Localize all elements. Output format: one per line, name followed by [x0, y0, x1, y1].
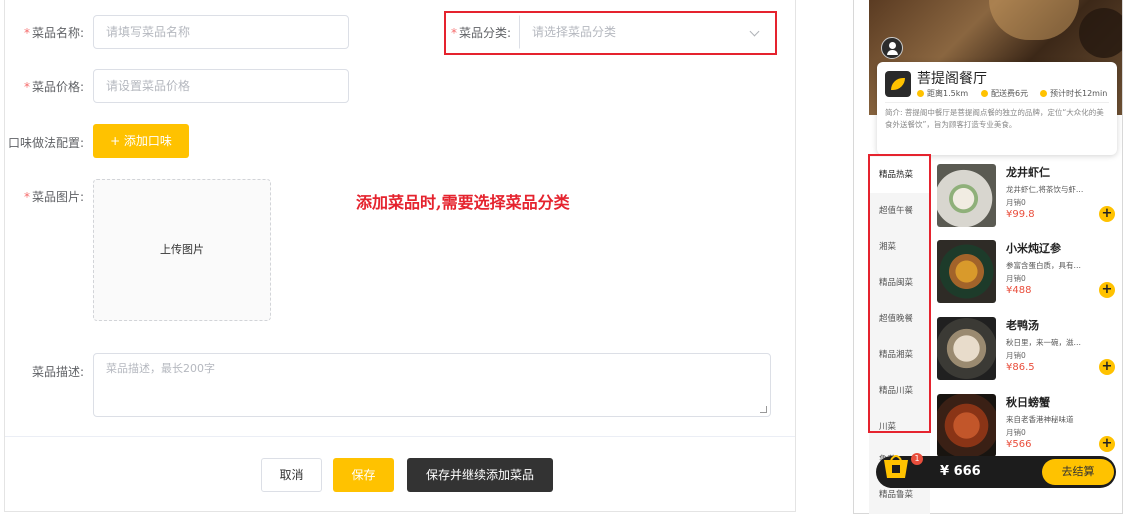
checkout-button[interactable]: 去结算 [1042, 459, 1114, 485]
image-upload-area[interactable]: 上传图片 [93, 179, 271, 321]
dish-price-input[interactable]: 请设置菜品价格 [93, 69, 349, 103]
dish-price-label: * 菜品价格: [23, 80, 84, 94]
dish-name-label: * 菜品名称: [23, 26, 84, 40]
dish-image [937, 240, 996, 303]
dish-price: ¥566 [1006, 439, 1032, 450]
shop-logo [885, 71, 911, 97]
delivery-fee-info: 配送费6元 [981, 88, 1028, 99]
dish-price: ¥99.8 [1006, 209, 1035, 220]
shop-name: 菩提阁餐厅 [917, 71, 987, 87]
dish-image [937, 394, 996, 457]
add-to-cart-button[interactable]: + [1099, 359, 1115, 375]
cart-icon[interactable] [879, 450, 913, 482]
dish-desc-label: 菜品描述: [31, 365, 84, 379]
shop-info-card: 菩提阁餐厅 距离1.5km 配送费6元 预计时长12min 简介: 菩提阁中餐厅… [877, 62, 1117, 155]
dish-sales: 月销0 [1006, 428, 1026, 437]
footer-divider [5, 436, 795, 437]
distance-info: 距离1.5km [917, 88, 968, 99]
dish-price: ¥86.5 [1006, 362, 1035, 373]
add-dish-form: * 菜品名称: 请填写菜品名称 * 菜品分类: 请选择菜品分类 * 菜品价格: 请设置… [0, 0, 798, 514]
dish-item[interactable]: 老鸭汤 秋日里，来一碗，滋阴润... 月销0 ¥86.5 + [934, 317, 1120, 393]
dish-name-input[interactable]: 请填写菜品名称 [93, 15, 349, 49]
dish-image-label: * 菜品图片: [23, 190, 84, 204]
clock-icon [1040, 90, 1047, 97]
annotation-text: 添加菜品时,需要选择菜品分类 [356, 193, 570, 212]
category-highlight-box [444, 11, 777, 55]
location-icon [917, 90, 924, 97]
dish-desc-textarea[interactable]: 菜品描述，最长200字 [93, 353, 771, 417]
dish-name: 老鸭汤 [1006, 319, 1039, 332]
dish-name: 秋日螃蟹 [1006, 396, 1050, 409]
shop-intro: 简介: 菩提阁中餐厅是菩提阁点餐的独立的品牌，定位“大众化的美食外送餐饮”，旨为… [885, 108, 1104, 129]
user-icon[interactable] [881, 37, 903, 59]
add-to-cart-button[interactable]: + [1099, 282, 1115, 298]
add-to-cart-button[interactable]: + [1099, 206, 1115, 222]
cancel-button[interactable]: 取消 [261, 458, 322, 492]
add-to-cart-button[interactable]: + [1099, 436, 1115, 452]
cart-count-badge: 1 [911, 453, 923, 465]
dish-item[interactable]: 小米炖辽参 参富含蛋白质，具有补肾... 月销0 ¥488 + [934, 240, 1120, 316]
flavor-config-label: 口味做法配置: [7, 136, 84, 150]
dish-desc: 参富含蛋白质，具有补肾... [1006, 261, 1086, 270]
add-flavor-button[interactable]: + 添加口味 [93, 124, 189, 158]
dish-desc: 秋日里，来一碗，滋阴润... [1006, 338, 1086, 347]
dish-name: 小米炖辽参 [1006, 242, 1061, 255]
dish-sales: 月销0 [1006, 198, 1026, 207]
dish-item[interactable]: 龙井虾仁 龙井虾仁,将茶饮与虾仁融... 月销0 ¥99.8 + [934, 164, 1120, 240]
save-and-continue-button[interactable]: 保存并继续添加菜品 [407, 458, 553, 492]
dish-image [937, 164, 996, 227]
delivery-time-info: 预计时长12min [1040, 88, 1107, 99]
dish-sales: 月销0 [1006, 351, 1026, 360]
cart-total: ¥ 666 [940, 464, 981, 479]
save-button[interactable]: 保存 [333, 458, 394, 492]
dish-desc: 龙井虾仁,将茶饮与虾仁融... [1006, 185, 1086, 194]
dish-image [937, 317, 996, 380]
fee-icon [981, 90, 988, 97]
dish-name: 龙井虾仁 [1006, 166, 1050, 179]
dish-price: ¥488 [1006, 285, 1032, 296]
dish-desc: 来自老香港神秘味道 [1006, 415, 1074, 424]
resize-handle-icon[interactable] [760, 406, 767, 413]
category-highlight-box [868, 154, 931, 433]
dish-sales: 月销0 [1006, 274, 1026, 283]
